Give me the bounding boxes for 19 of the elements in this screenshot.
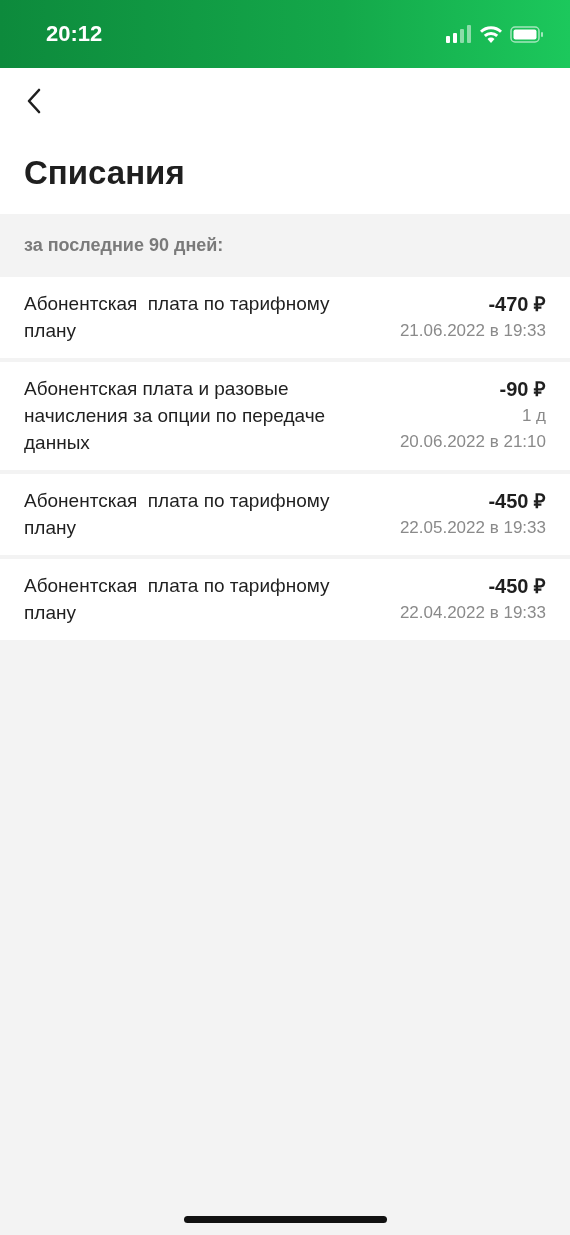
charge-date: 22.05.2022 в 19:33 (399, 517, 546, 539)
charge-date: 22.04.2022 в 19:33 (399, 602, 546, 624)
wifi-icon (480, 25, 502, 43)
status-time: 20:12 (46, 21, 103, 47)
charge-date: 21.06.2022 в 19:33 (399, 320, 546, 342)
signal-icon (446, 25, 472, 43)
page-title: Списания (24, 154, 186, 193)
section-header: за последние 90 дней: (23, 234, 225, 257)
charge-period: 1 д (521, 405, 546, 427)
charge-description: Абонентская плата по тарифному плану (24, 292, 331, 343)
charge-amount: -450 ₽ (488, 489, 546, 514)
charge-description: Абонентская плата по тарифному плану (24, 574, 331, 625)
charge-description: Абонентская плата по тарифному плану (24, 489, 331, 540)
charge-amount: -470 ₽ (488, 292, 546, 317)
charge-amount: -90 ₽ (499, 377, 546, 402)
charge-date: 20.06.2022 в 21:10 (399, 431, 546, 453)
battery-icon (510, 25, 544, 43)
charge-description: Абонентская плата и разовые начисления за опции по передаче данных (24, 377, 327, 455)
charge-amount: -450 ₽ (488, 574, 546, 599)
